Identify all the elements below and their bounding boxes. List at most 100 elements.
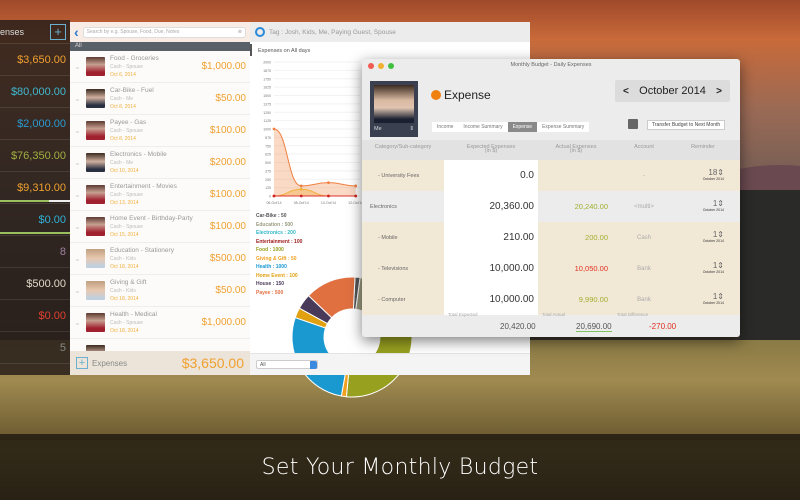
y-tick-label: 750 bbox=[265, 144, 271, 148]
sidebar-summary-row[interactable]: 5 bbox=[0, 332, 70, 364]
list-item[interactable]: ⌄ Car-Bike - Fuel Cash - Me Oct 8, 2014 $50.… bbox=[70, 83, 250, 115]
total-expected-label: Total Expected bbox=[448, 312, 478, 317]
summary-value: $0.00 bbox=[38, 309, 66, 322]
item-date: Oct 8, 2014 bbox=[110, 135, 136, 142]
budget-row[interactable]: - Mobile 210.00 200.00 Cash 1⇕ October 2014 bbox=[362, 222, 740, 253]
add-icon[interactable]: + bbox=[50, 23, 66, 40]
list-item[interactable]: ⌄ Food - Groceries Cash - Spouse Oct 6, 201… bbox=[70, 51, 250, 83]
period-select[interactable]: All bbox=[256, 360, 318, 369]
budget-row[interactable]: Electronics 20,360.00 20,240.00 <multi> 1⇕ Oc… bbox=[362, 191, 740, 222]
col-actual-unit: (in $) bbox=[569, 148, 583, 154]
item-title: Education - Stationery bbox=[110, 246, 174, 254]
chevron-down-icon[interactable]: ⌄ bbox=[74, 190, 82, 199]
item-date: Oct 13, 2014 bbox=[110, 199, 139, 206]
reminder-stepper[interactable]: 1⇕ October 2014 bbox=[674, 292, 732, 307]
data-point[interactable] bbox=[272, 127, 276, 131]
current-month: October 2014 bbox=[639, 85, 706, 97]
reminder-stepper[interactable]: 1⇕ October 2014 bbox=[674, 261, 732, 276]
item-text: Health - Medical Cash - Spouse Oct 18, 201… bbox=[110, 311, 202, 335]
user-name: Me bbox=[374, 126, 382, 132]
item-date: Oct 6, 2014 bbox=[110, 71, 136, 78]
sidebar-summary-row[interactable]: $2,000.00 bbox=[0, 108, 70, 140]
data-point[interactable] bbox=[327, 194, 330, 198]
item-title: Home Event - Birthday-Party bbox=[110, 214, 193, 222]
user-selector[interactable]: Me ⇕ bbox=[370, 81, 418, 137]
list-footer: + Expenses $3,650.00 bbox=[70, 351, 250, 375]
data-point[interactable] bbox=[299, 194, 303, 198]
data-point[interactable] bbox=[299, 184, 303, 188]
list-item[interactable]: ⌄ Home Event - Birthday-Party Cash - Spous… bbox=[70, 211, 250, 243]
list-item[interactable]: ⌄ Giving & Gift Cash - Kids Oct 18, 2014 $50… bbox=[70, 275, 250, 307]
account-value: Bank bbox=[637, 265, 651, 272]
sidebar-summary-row[interactable]: $500.00 bbox=[0, 268, 70, 300]
tab-income-summary[interactable]: Income Summary bbox=[458, 122, 507, 132]
sidebar-summary-row[interactable]: $9,310.00 bbox=[0, 172, 70, 204]
chevron-down-icon[interactable]: ⌄ bbox=[74, 222, 82, 231]
item-account: Cash - Spouse bbox=[110, 223, 144, 230]
expected-input[interactable]: 0.0 bbox=[444, 160, 538, 191]
tag-icon[interactable] bbox=[255, 27, 265, 37]
sidebar-summary-row[interactable]: $0.00 bbox=[0, 300, 70, 332]
col-expected-unit: (in $) bbox=[484, 148, 498, 154]
sidebar-summary-row[interactable]: $80,000.00 bbox=[0, 76, 70, 108]
chevron-down-icon[interactable]: ⌄ bbox=[74, 158, 82, 167]
list-item[interactable]: ⌄ Entertainment - Movies Cash - Spouse Oct … bbox=[70, 179, 250, 211]
view-tabs: Income Income Summary Expense Expense Summa… bbox=[432, 122, 590, 132]
background-ridge bbox=[740, 190, 800, 350]
y-tick-label: 250 bbox=[265, 178, 271, 182]
tab-expense[interactable]: Expense bbox=[507, 122, 538, 132]
category-name: - Mobile bbox=[362, 222, 444, 253]
budget-row[interactable]: - University Fees 0.0 - 18⇕ October 2014 bbox=[362, 160, 740, 191]
item-text: Entertainment - Movies Cash - Spouse Oct 1… bbox=[110, 183, 210, 207]
sidebar-summary-row[interactable]: 8 bbox=[0, 236, 70, 268]
data-point[interactable] bbox=[354, 184, 358, 188]
list-item[interactable]: ⌄ Education - Stationery Cash - Kids Oct 18… bbox=[70, 243, 250, 275]
x-tick-label: 10-Oct'14 bbox=[321, 201, 336, 205]
expected-input[interactable]: 20,360.00 bbox=[444, 191, 538, 222]
chevron-down-icon[interactable]: ⌄ bbox=[74, 62, 82, 71]
budget-row[interactable]: - Televisions 10,000.00 10,050.00 Bank 1⇕ Oct… bbox=[362, 253, 740, 284]
tab-income[interactable]: Income bbox=[432, 122, 458, 132]
next-month-button[interactable]: > bbox=[716, 86, 722, 97]
item-account: Cash - Kids bbox=[110, 255, 136, 262]
list-item[interactable]: ⌄ Electronics - Mobile Cash - Me Oct 10, 20… bbox=[70, 147, 250, 179]
data-point[interactable] bbox=[299, 187, 303, 191]
tag-filter[interactable]: Tag : Josh, Kids, Me, Paying Guest, Spou… bbox=[269, 29, 396, 36]
reminder-stepper[interactable]: 1⇕ October 2014 bbox=[674, 230, 732, 245]
data-point[interactable] bbox=[272, 194, 276, 198]
sidebar-summary-row[interactable]: $76,350.00 bbox=[0, 140, 70, 172]
chevron-down-icon[interactable]: ⌄ bbox=[74, 94, 82, 103]
select-stepper-icon bbox=[310, 361, 317, 369]
list-item[interactable]: ⌄ Health - Medical Cash - Spouse Oct 18, 20… bbox=[70, 307, 250, 339]
col-account: Account bbox=[634, 144, 654, 150]
chevron-down-icon[interactable]: ⌄ bbox=[74, 318, 82, 327]
user-avatar bbox=[374, 85, 414, 123]
item-account: Cash - Spouse bbox=[110, 319, 144, 326]
summary-sidebar: enses + $3,650.00 $80,000.00 $2,000.00 $76,… bbox=[0, 20, 70, 375]
data-point[interactable] bbox=[327, 181, 330, 184]
y-tick-label: 125 bbox=[265, 186, 271, 190]
list-item[interactable]: ⌄ Payee - Gas Cash - Spouse Oct 8, 2014 $100… bbox=[70, 115, 250, 147]
item-title: Health - Medical bbox=[110, 310, 157, 318]
chevron-down-icon[interactable]: ⌄ bbox=[74, 286, 82, 295]
chevron-down-icon[interactable]: ⌄ bbox=[74, 254, 82, 263]
data-point[interactable] bbox=[354, 194, 358, 198]
item-title: Electronics - Mobile bbox=[110, 150, 167, 158]
search-input[interactable]: Search by e.g. Spouse, Food, Due, Notes … bbox=[82, 26, 246, 38]
reminder-stepper[interactable]: 18⇕ October 2014 bbox=[674, 168, 732, 183]
clear-search-icon[interactable]: ⊗ bbox=[238, 29, 242, 35]
actual-value: 9,990.00 bbox=[578, 295, 608, 304]
printer-icon[interactable] bbox=[628, 119, 638, 129]
transfer-budget-button[interactable]: Transfer Budget to Next Month bbox=[647, 120, 726, 130]
chevron-down-icon[interactable]: ⌄ bbox=[74, 126, 82, 135]
add-expense-button[interactable]: + bbox=[76, 357, 88, 369]
tab-expense-summary[interactable]: Expense Summary bbox=[537, 122, 589, 132]
prev-month-button[interactable]: < bbox=[623, 86, 629, 97]
chart-footer: All bbox=[250, 353, 530, 375]
back-icon[interactable]: ‹ bbox=[74, 24, 79, 40]
expected-input[interactable]: 210.00 bbox=[444, 222, 538, 253]
sidebar-summary-row[interactable]: $0.00 bbox=[0, 204, 70, 236]
sidebar-summary-row[interactable]: $3,650.00 bbox=[0, 44, 70, 76]
expected-input[interactable]: 10,000.00 bbox=[444, 253, 538, 284]
reminder-stepper[interactable]: 1⇕ October 2014 bbox=[674, 199, 732, 214]
